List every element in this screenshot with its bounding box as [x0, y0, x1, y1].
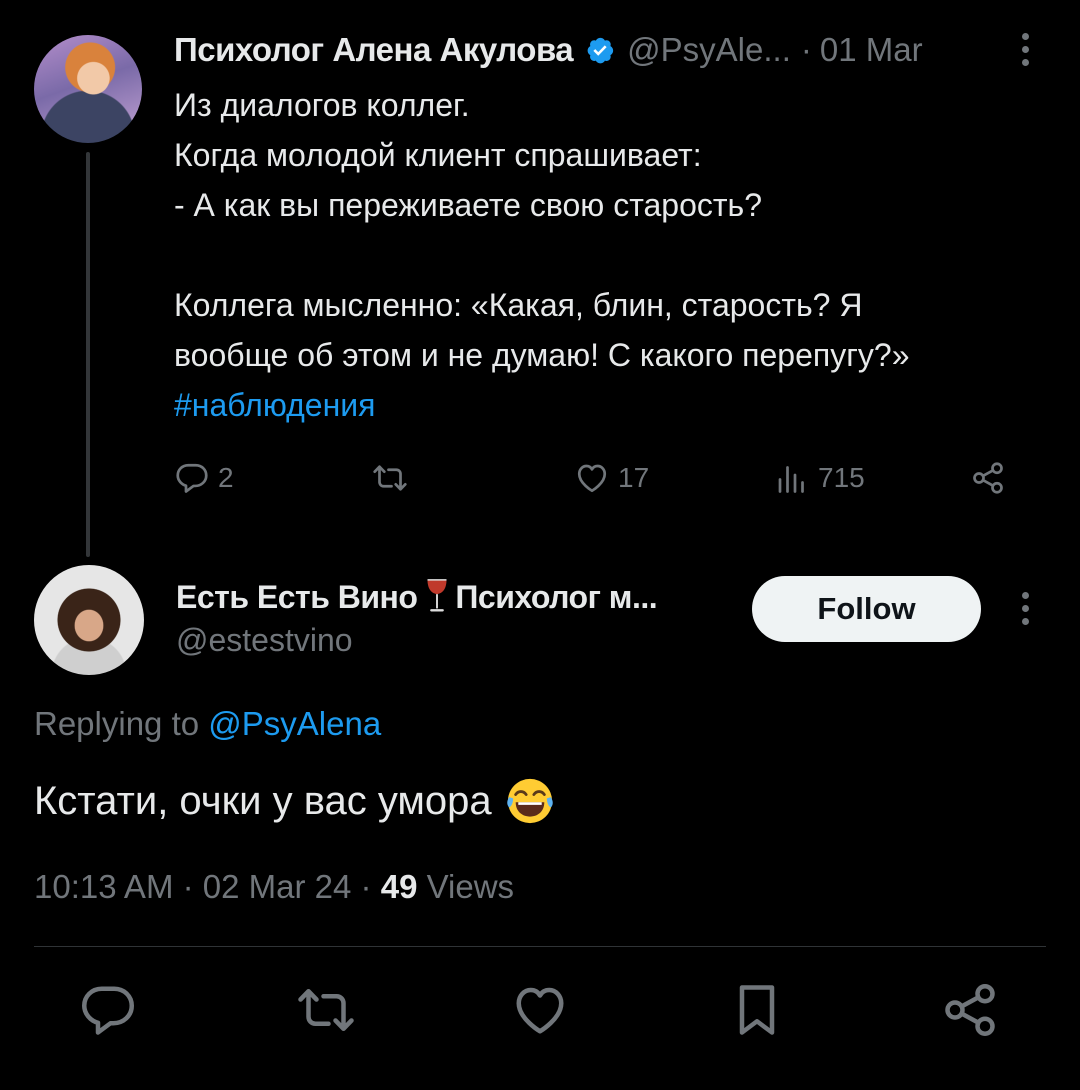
retweet-icon	[373, 465, 407, 491]
retweet-button[interactable]	[372, 452, 408, 504]
reply-tweet-text: Кстати, очки у вас умора	[34, 775, 556, 827]
header-separator: ·	[800, 31, 812, 68]
reply-author-avatar[interactable]	[34, 565, 144, 675]
views-count: 715	[818, 462, 865, 493]
hashtag-link[interactable]: #наблюдения	[174, 380, 1044, 430]
parent-tweet-header: Психолог Алена Акулова @PsyAle... · 01 M…	[174, 28, 923, 72]
share-button[interactable]	[940, 980, 1000, 1040]
meta-separator: ·	[182, 868, 194, 905]
tweet-text-line: Когда молодой клиент спрашивает:	[174, 137, 702, 173]
follow-button[interactable]: Follow	[752, 576, 981, 642]
like-count: 17	[618, 462, 650, 493]
tweet-text-line: Коллега мысленно: «Какая, блин, старость…	[174, 287, 863, 323]
reply-date[interactable]: 02 Mar 24	[203, 868, 352, 905]
reply-meta: 10:13 AM · 02 Mar 24 · 49 Views	[34, 868, 514, 906]
tweet-thread-page: Психолог Алена Акулова @PsyAle... · 01 M…	[0, 0, 1080, 1090]
reply-count: 2	[218, 462, 234, 493]
tweet-text-line: - А как вы переживаете свою старость?	[174, 187, 762, 223]
reply-author-name-row[interactable]: Есть Есть Вино Психолог м...	[176, 578, 658, 616]
meta-separator: ·	[360, 868, 372, 905]
parent-author-name[interactable]: Психолог Алена Акулова	[174, 31, 574, 69]
parent-tweet-date[interactable]: 01 Mar	[820, 31, 923, 69]
parent-tweet-text: Из диалогов коллег. Когда молодой клиент…	[174, 80, 1044, 430]
thread-connector-line	[86, 152, 90, 557]
reply-time[interactable]: 10:13 AM	[34, 868, 173, 905]
reply-icon	[176, 463, 208, 493]
heart-icon	[577, 464, 607, 493]
reply-text: Кстати, очки у вас умора	[34, 778, 492, 823]
reply-button[interactable]: 2	[174, 452, 234, 504]
bookmark-button[interactable]	[727, 980, 787, 1040]
like-button[interactable]	[510, 980, 570, 1040]
reply-views-number: 49	[380, 868, 418, 905]
heart-icon	[516, 987, 564, 1034]
more-vertical-icon[interactable]	[1015, 592, 1035, 625]
reply-author-handle[interactable]: @estestvino	[176, 622, 353, 659]
replying-mention-link[interactable]: @PsyAlena	[208, 705, 381, 742]
reply-views-label: Views	[426, 868, 515, 905]
share-icon	[945, 984, 995, 1036]
views-button[interactable]: 715	[774, 452, 865, 504]
parent-tweet-actions: 2 17 715	[174, 452, 1014, 504]
replying-prefix: Replying to	[34, 705, 200, 742]
parent-author-handle[interactable]: @PsyAle...	[627, 31, 791, 69]
divider	[34, 946, 1046, 947]
tweet-text-line	[174, 230, 1044, 280]
reply-icon	[82, 986, 134, 1035]
like-button[interactable]: 17	[574, 452, 649, 504]
reply-button[interactable]	[78, 980, 138, 1040]
retweet-button[interactable]	[296, 980, 356, 1040]
share-icon	[973, 462, 1003, 494]
replying-to-line: Replying to @PsyAlena	[34, 705, 381, 743]
reply-author-name-suffix: Психолог м...	[455, 578, 658, 615]
more-vertical-icon[interactable]	[1015, 33, 1035, 66]
verified-badge-icon	[587, 37, 614, 64]
reply-author-name: Есть Есть Вино	[176, 578, 418, 615]
tweet-text-line: Из диалогов коллег.	[174, 87, 470, 123]
share-button[interactable]	[970, 452, 1006, 504]
views-chart-icon	[778, 466, 804, 493]
laughing-tears-emoji-icon	[506, 778, 553, 824]
tweet-text-line: вообще об этом и не думаю! С какого пере…	[174, 337, 910, 373]
retweet-icon	[298, 989, 354, 1031]
reply-actions-bar	[0, 980, 1080, 1050]
wine-glass-icon	[427, 579, 447, 612]
parent-author-avatar[interactable]	[34, 35, 142, 143]
bookmark-icon	[739, 985, 775, 1035]
